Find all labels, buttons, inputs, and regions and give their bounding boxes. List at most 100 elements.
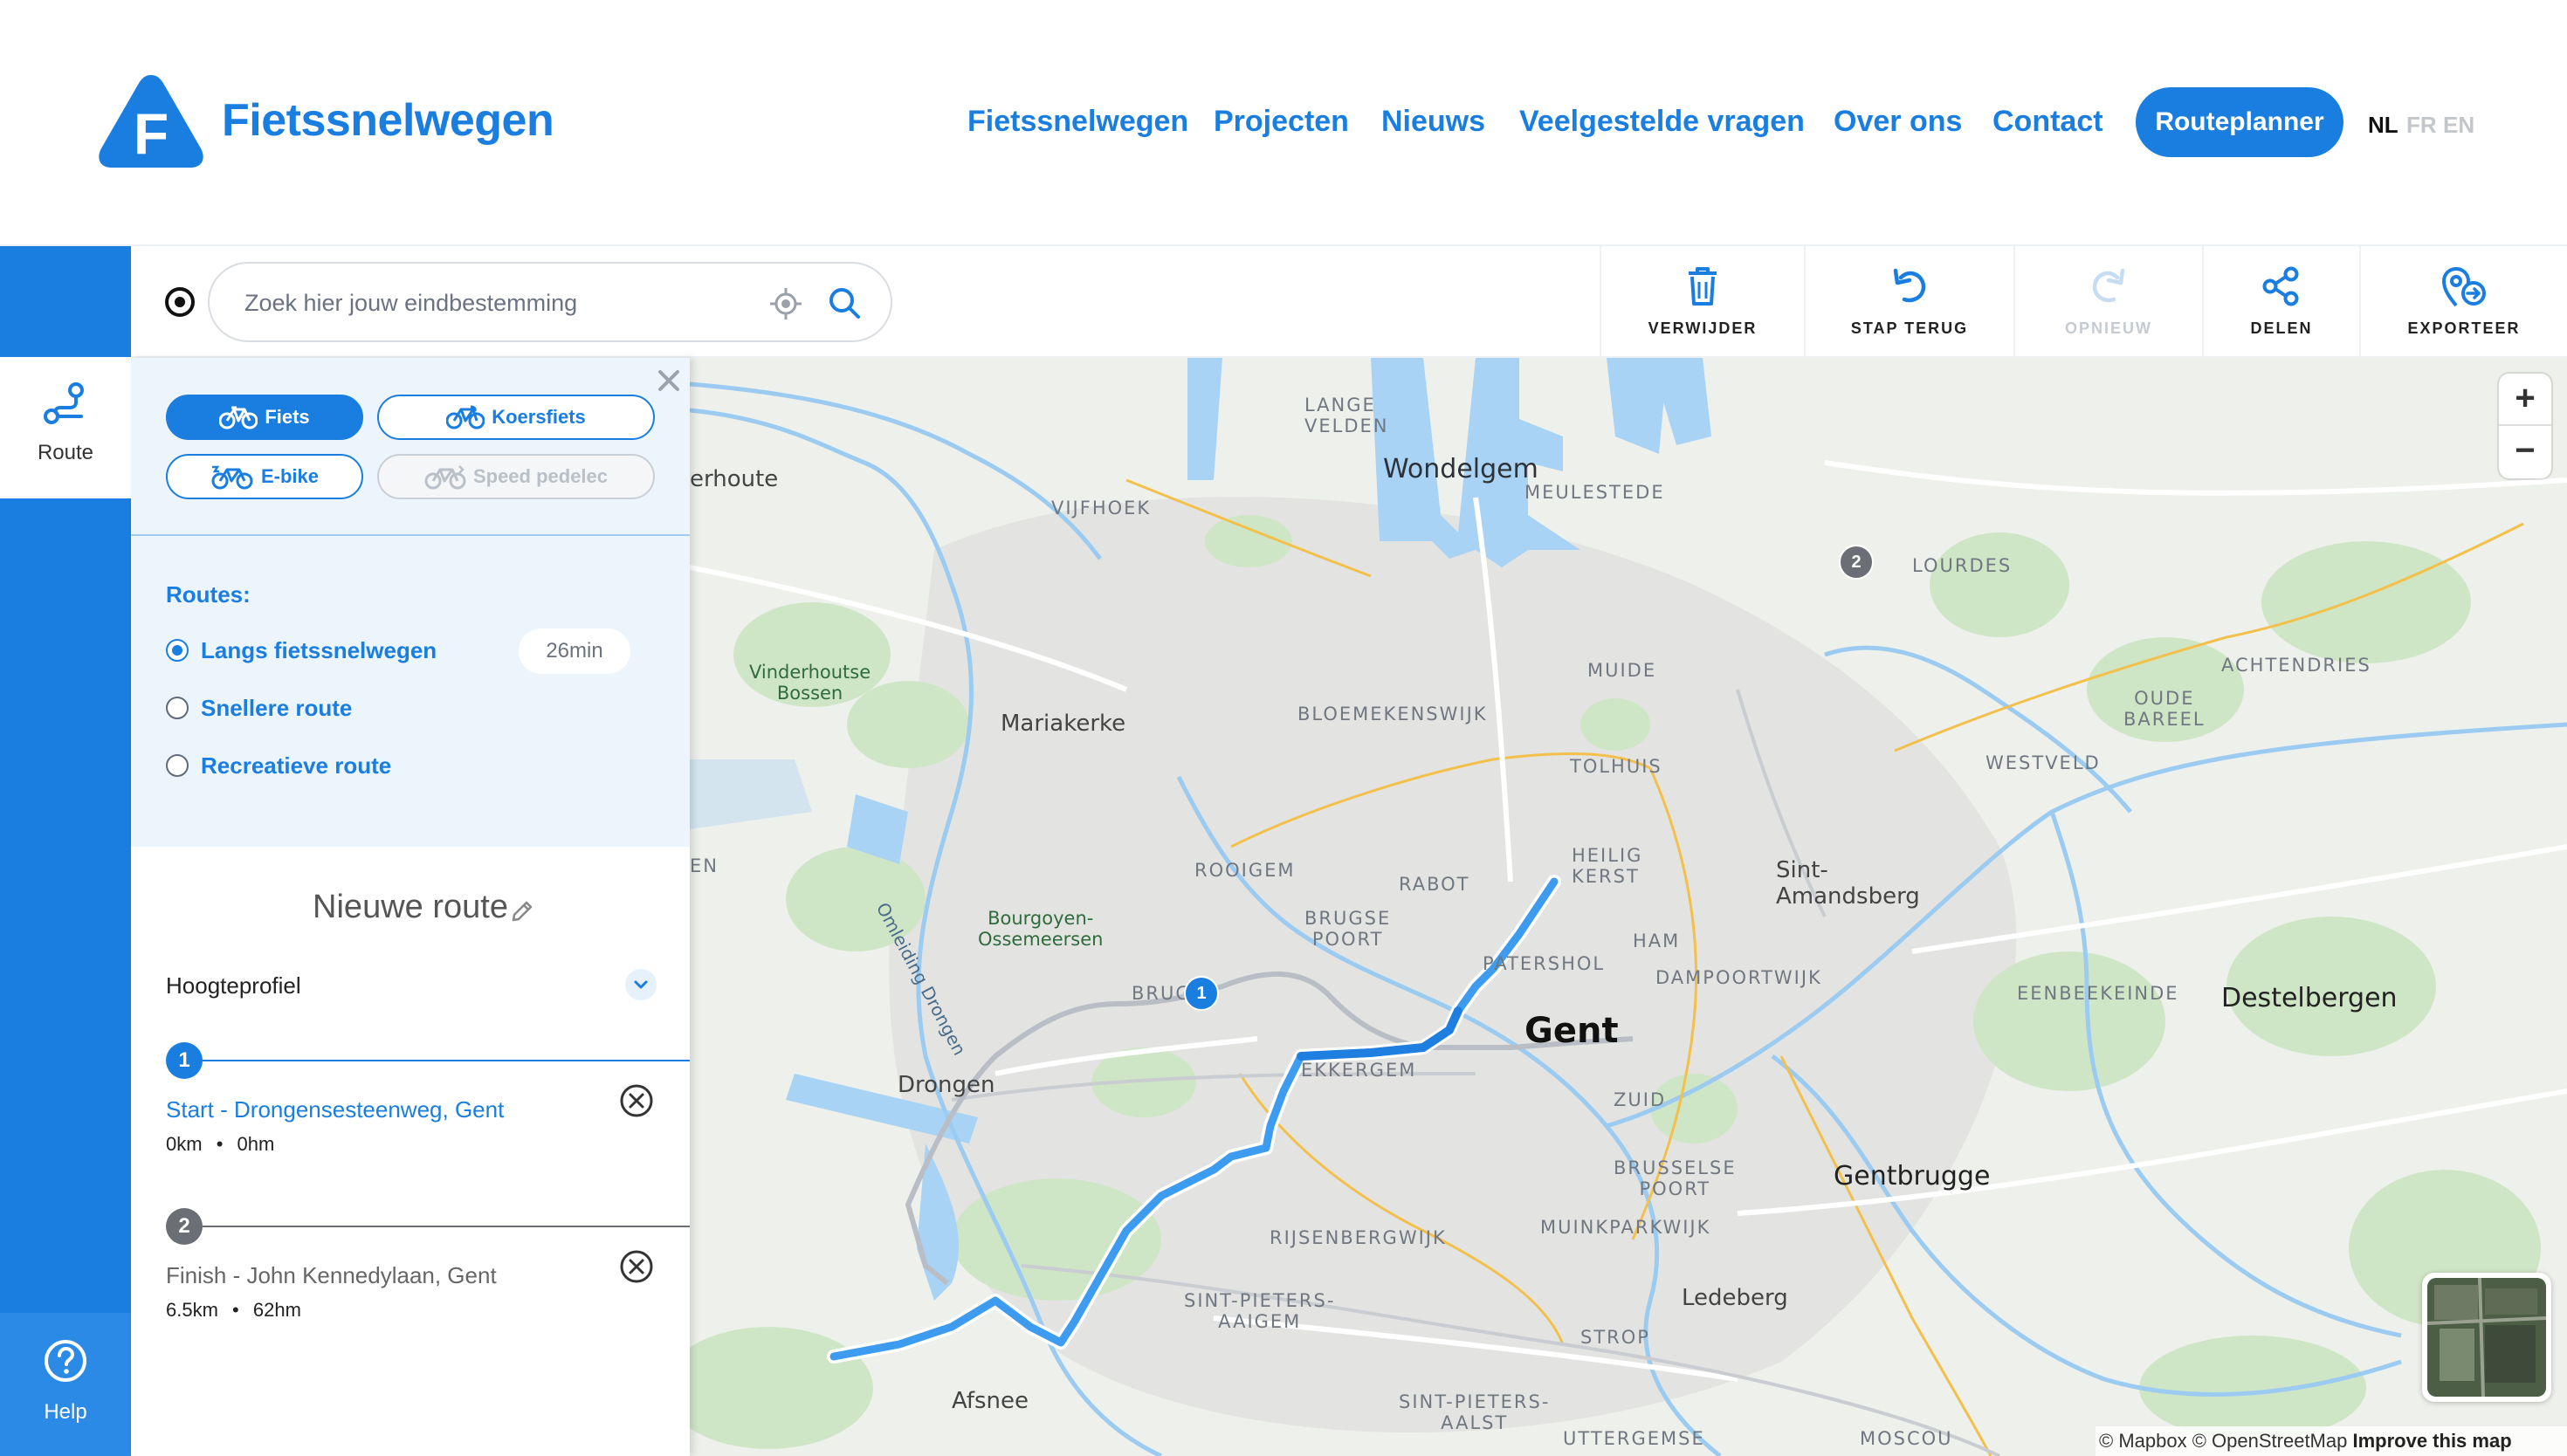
mode-e-bike[interactable]: E-bike [166, 454, 363, 499]
map-label-wondelgem: Wondelgem [1383, 454, 1538, 484]
map-label-lourdes: LOURDES [1912, 555, 2013, 576]
map-label-patershol: PATERSHOL [1483, 953, 1606, 974]
nav-nieuws[interactable]: Nieuws [1381, 105, 1485, 139]
stop-1-badge: 1 [166, 1042, 203, 1079]
share-button[interactable]: DELEN [2202, 246, 2359, 358]
route-option-label: Recreatieve route [201, 752, 392, 779]
nav-over-ons[interactable]: Over ons [1834, 105, 1962, 139]
radio-fietssnelwegen[interactable] [166, 639, 189, 662]
rail-route-label: Route [37, 441, 94, 464]
map-label-text: HEILIG KERST [1572, 845, 1643, 887]
map-attribution: © Mapbox © OpenStreetMap Improve this ma… [2096, 1426, 2567, 1456]
export-button[interactable]: EXPORTEER [2359, 246, 2567, 358]
mode-speed-pedelec-label: Speed pedelec [472, 465, 609, 487]
route-marker-end[interactable]: 2 [1839, 545, 1874, 580]
map-label-meulestede: MEULESTEDE [1524, 482, 1665, 503]
attribution-improve[interactable]: Improve this map [2352, 1430, 2511, 1452]
close-icon [658, 370, 679, 391]
share-label: DELEN [2250, 319, 2313, 337]
mode-koersfiets[interactable]: Koersfiets [377, 395, 655, 440]
map-label-bloemekenswijk: BLOEMEKENSWIJK [1297, 704, 1488, 725]
map-label-destelbergen: Destelbergen [2221, 983, 2398, 1013]
map-label-rooigem: ROOIGEM [1194, 860, 1296, 881]
map-label-bourgoyen: Bourgoyen- Ossemeersen [978, 908, 1103, 950]
map-label-drongen: Drongen [898, 1072, 995, 1098]
stop-2-elevation: 62hm [252, 1299, 301, 1321]
pencil-icon[interactable] [510, 899, 534, 924]
zoom-in-button[interactable]: + [2499, 374, 2551, 426]
stop-1-meta: 0km • 0hm [166, 1133, 274, 1156]
route-panel: Fiets Koersfiets E-bike Speed pedelec Ro… [131, 358, 690, 1456]
map-label-sint-pieters-aalst: SINT-PIETERS- AALST [1399, 1391, 1550, 1433]
stop-1-divider [203, 1060, 690, 1061]
route-time-badge: 26min [519, 628, 630, 674]
mode-fiets-label: Fiets [265, 406, 310, 428]
nav-contact[interactable]: Contact [1992, 105, 2103, 139]
map-label-strop: STROP [1580, 1327, 1650, 1348]
nav-fietssnelwegen[interactable]: Fietssnelwegen [967, 105, 1188, 139]
mode-speed-pedelec[interactable]: Speed pedelec [377, 454, 655, 499]
search-input[interactable] [244, 283, 733, 323]
bike-icon [219, 406, 258, 429]
route-marker-start[interactable]: 1 [1184, 976, 1219, 1011]
help-icon [45, 1340, 86, 1382]
close-panel-button[interactable] [653, 365, 685, 396]
locate-icon[interactable] [768, 286, 803, 321]
search-icon[interactable] [826, 285, 863, 321]
target-icon[interactable] [164, 286, 196, 318]
remove-stop-1-icon[interactable] [618, 1082, 655, 1119]
routeplanner-button[interactable]: Routeplanner [2136, 87, 2343, 157]
map-label-westveld: WESTVELD [1985, 752, 2101, 773]
route-option-label: Snellere route [201, 695, 353, 721]
elevation-toggle[interactable] [625, 969, 657, 1000]
zoom-controls: + − [2499, 374, 2551, 478]
map-base [690, 358, 2567, 1456]
route-option-label: Langs fietssnelwegen [201, 637, 437, 663]
map-label-rabot: RABOT [1399, 874, 1470, 895]
redo-button[interactable]: OPNIEUW [2013, 246, 2202, 358]
map-label-brug: BRUG [1132, 983, 1192, 1004]
panel-divider [131, 534, 690, 536]
map-label-sint-pieters-aaigem: SINT-PIETERS- AAIGEM [1184, 1290, 1335, 1332]
map-label-gent: Gent [1524, 1011, 1619, 1051]
stop-2-name[interactable]: Finish - John Kennedylaan, Gent [166, 1262, 497, 1289]
stop-1-name[interactable]: Start - Drongensesteenweg, Gent [166, 1096, 504, 1123]
map-canvas[interactable]: LANGE VELDEN Wondelgem MEULESTEDE LOURDE… [690, 358, 2567, 1456]
map-label-gentbrugge: Gentbrugge [1834, 1161, 1991, 1192]
delete-button[interactable]: VERWIJDER [1600, 246, 1804, 358]
radio-recreatieve[interactable] [166, 754, 189, 777]
nav-projecten[interactable]: Projecten [1214, 105, 1349, 139]
mode-fiets[interactable]: Fiets [166, 395, 363, 440]
route-icon [44, 382, 84, 424]
rail-route-tab[interactable]: Route [0, 357, 131, 498]
map-label-lange-velden: LANGE VELDEN [1304, 395, 1389, 436]
map-label-dampoortwijk: DAMPOORTWIJK [1655, 967, 1822, 988]
map-label-text: Sint- Amandsberg [1776, 857, 1920, 910]
site-header: F Fietssnelwegen Fietssnelwegen Projecte… [0, 0, 2567, 246]
map-label-erhoute: erhoute [690, 466, 779, 492]
rail-help[interactable]: Help [0, 1313, 131, 1456]
remove-stop-2-icon[interactable] [618, 1248, 655, 1285]
rail-help-label: Help [44, 1400, 87, 1424]
zoom-out-button[interactable]: − [2499, 426, 2551, 478]
lang-fr[interactable]: FR [2406, 112, 2437, 139]
lang-nl[interactable]: NL [2368, 112, 2398, 139]
map-label-text: Bourgoyen- Ossemeersen [978, 908, 1104, 950]
elevation-profile-label[interactable]: Hoogteprofiel [166, 972, 301, 999]
attribution-mapbox[interactable]: © Mapbox [2099, 1430, 2187, 1452]
map-label-text: Vinderhoutse Bossen [749, 662, 871, 704]
lang-en[interactable]: EN [2443, 112, 2474, 139]
search-box [208, 262, 892, 342]
route-title[interactable]: Nieuwe route [131, 889, 690, 926]
radio-snellere[interactable] [166, 697, 189, 719]
satellite-layer-toggle[interactable] [2422, 1273, 2551, 1402]
stop-2-badge: 2 [166, 1208, 203, 1245]
undo-button[interactable]: STAP TERUG [1804, 246, 2013, 358]
export-label: EXPORTEER [2407, 319, 2521, 337]
race-bike-icon [446, 405, 485, 429]
undo-label: STAP TERUG [1850, 319, 1969, 337]
nav-veelgestelde-vragen[interactable]: Veelgestelde vragen [1519, 105, 1805, 139]
map-label-heilig-kerst: HEILIG KERST [1572, 845, 1642, 887]
meta-separator: • [232, 1299, 239, 1321]
attribution-osm[interactable]: © OpenStreetMap [2192, 1430, 2348, 1452]
